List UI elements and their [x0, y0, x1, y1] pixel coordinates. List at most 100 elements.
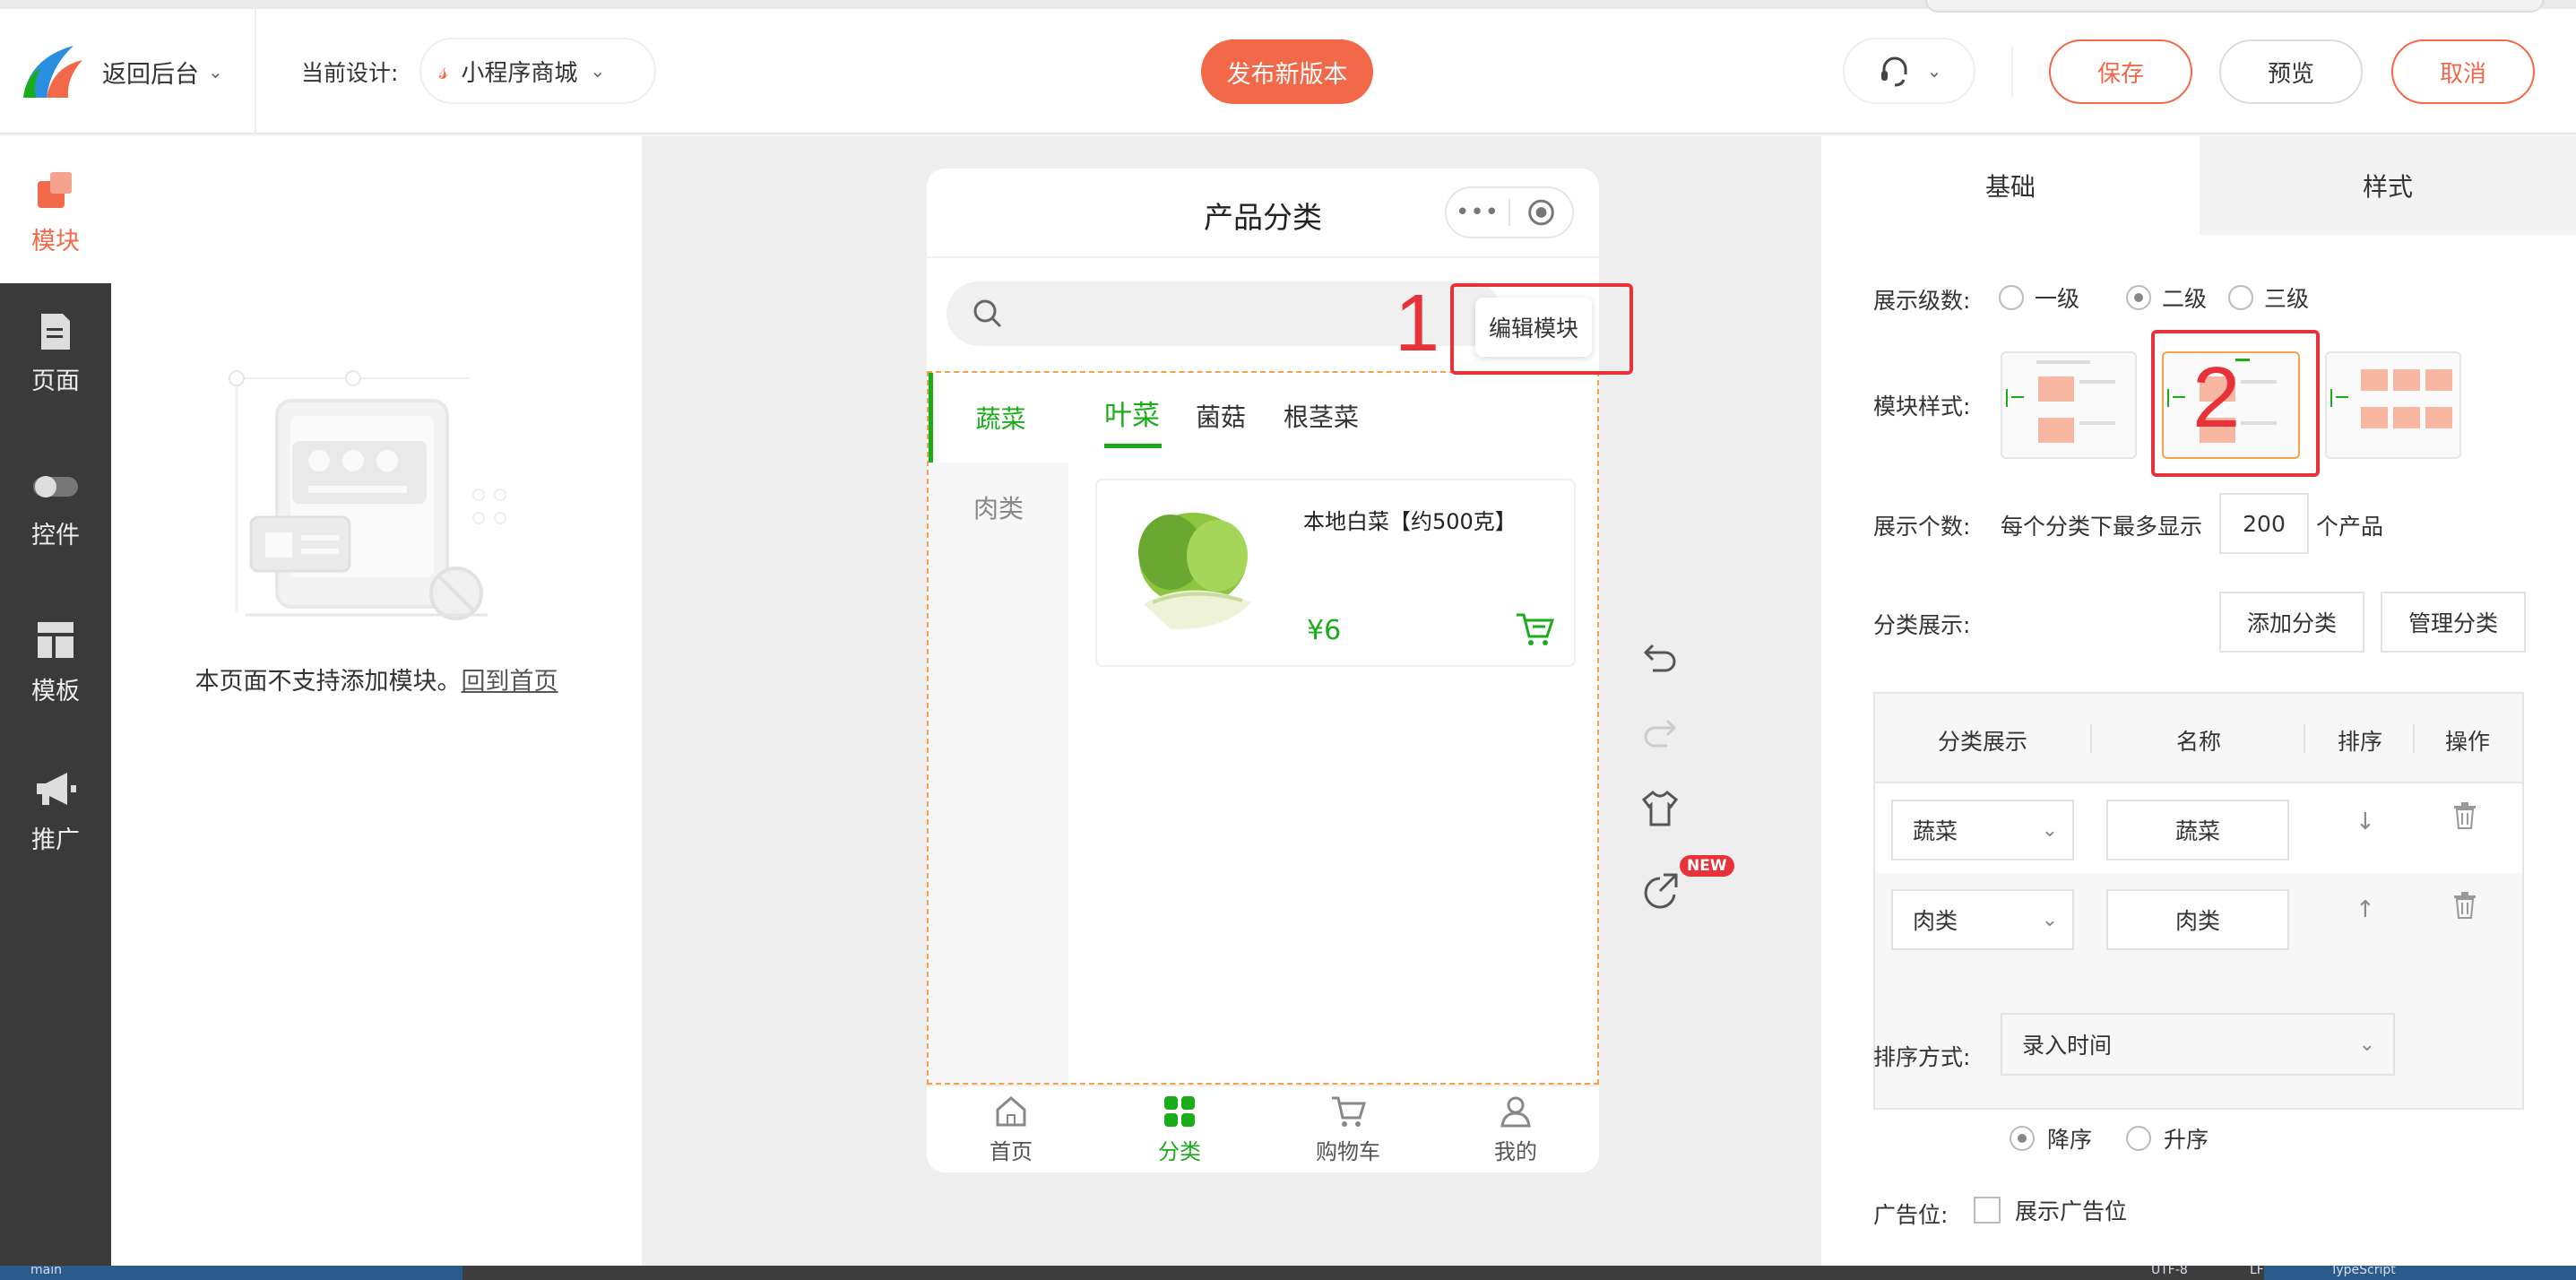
- theme-shirt-icon[interactable]: [1640, 789, 1680, 828]
- nav-item-home[interactable]: 首页: [927, 1095, 1095, 1165]
- rail-item-promote[interactable]: 推广: [0, 769, 111, 886]
- eol-label[interactable]: LF: [2250, 1266, 2264, 1276]
- grid-icon: [1164, 1096, 1195, 1127]
- rail-item-module[interactable]: 模块: [0, 136, 111, 283]
- support-menu-button[interactable]: ⌄: [1843, 38, 1975, 104]
- nav-item-category[interactable]: 分类: [1095, 1095, 1264, 1165]
- chevron-down-icon: ⌄: [2041, 818, 2058, 842]
- rail-item-template[interactable]: 模板: [0, 620, 111, 737]
- order-desc-option[interactable]: 降序: [2010, 1122, 2092, 1155]
- tab-basic[interactable]: 基础: [1821, 136, 2200, 235]
- design-name: 小程序商城: [461, 59, 578, 87]
- move-up-icon[interactable]: ↑: [2356, 896, 2375, 923]
- style-option-3[interactable]: [2325, 351, 2461, 459]
- publish-button[interactable]: 发布新版本: [1201, 39, 1373, 104]
- active-tab-underline: [1104, 444, 1162, 448]
- cancel-button[interactable]: 取消: [2391, 39, 2535, 104]
- table-row: 肉类 ⌄ 肉类 ↑: [1875, 873, 2522, 963]
- name-value: 肉类: [2174, 908, 2220, 934]
- checkbox-icon: [1974, 1197, 2001, 1224]
- back-to-admin-label: 返回后台: [102, 60, 199, 89]
- save-label: 保存: [2096, 60, 2144, 88]
- category-label: 肉类: [972, 494, 1024, 523]
- level-option-3[interactable]: 三级: [2228, 281, 2309, 314]
- count-prefix: 每个分类下最多显示: [2001, 514, 2203, 540]
- back-home-link[interactable]: 回到首页: [462, 668, 558, 696]
- nav-label: 购物车: [1316, 1139, 1380, 1164]
- move-down-icon[interactable]: ↓: [2356, 809, 2375, 835]
- empty-state-illustration: [228, 369, 506, 620]
- design-selector[interactable]: 𝓈 小程序商城 ⌄: [419, 38, 656, 104]
- category-module[interactable]: 蔬菜 肉类 叶菜 菌菇 根茎菜 本地白菜【约500克】 ¥6: [927, 371, 1599, 1085]
- add-category-button[interactable]: 添加分类: [2219, 592, 2364, 653]
- category-item[interactable]: 肉类: [929, 463, 1068, 552]
- branch-label[interactable]: main: [30, 1266, 62, 1276]
- show-ad-checkbox[interactable]: 展示广告位: [1974, 1194, 2127, 1226]
- preview-label: 预览: [2267, 60, 2314, 88]
- sub-tab[interactable]: 菌菇: [1196, 398, 1246, 434]
- product-price: ¥6: [1307, 615, 1342, 646]
- trash-icon[interactable]: [2452, 891, 2477, 920]
- category-select[interactable]: 蔬菜 ⌄: [1891, 800, 2074, 861]
- category-item-active[interactable]: 蔬菜: [929, 373, 1068, 463]
- style-option-1[interactable]: [2001, 351, 2137, 459]
- level-option-1[interactable]: 一级: [1999, 281, 2079, 314]
- tab-style[interactable]: 样式: [2200, 136, 2576, 235]
- radio-icon: [2228, 285, 2253, 310]
- top-toolbar: 返回后台 ⌄ 当前设计: 𝓈 小程序商城 ⌄ 发布新版本 ⌄ 保存 预览 取消: [0, 0, 2576, 134]
- category-name-input[interactable]: 肉类: [2106, 889, 2289, 950]
- record-icon: [1528, 199, 1554, 226]
- rail-item-page[interactable]: 页面: [0, 312, 111, 428]
- capsule-button[interactable]: •••: [1445, 186, 1574, 238]
- count-input[interactable]: 200: [2219, 493, 2309, 554]
- rail-item-label: 模块: [31, 228, 80, 255]
- manage-category-button[interactable]: 管理分类: [2381, 592, 2526, 653]
- current-design-label: 当前设计:: [301, 60, 399, 86]
- column-header: 名称: [2176, 729, 2222, 755]
- select-value: 蔬菜: [1913, 818, 1958, 844]
- sort-label: 排序方式:: [1873, 1044, 1971, 1070]
- table-row: 蔬菜 ⌄ 蔬菜 ↓: [1875, 783, 2522, 873]
- chevron-down-icon: ⌄: [590, 60, 606, 82]
- undo-icon[interactable]: [1640, 636, 1680, 676]
- sub-tab[interactable]: 根茎菜: [1284, 398, 1359, 434]
- language-label[interactable]: TypeScript: [2330, 1266, 2396, 1276]
- chevron-down-icon: ⌄: [2358, 1033, 2375, 1056]
- back-to-admin-button[interactable]: 返回后台 ⌄: [20, 36, 223, 108]
- chevron-down-icon: ⌄: [208, 61, 223, 82]
- encoding-label[interactable]: UTF-8: [2151, 1266, 2188, 1276]
- column-header: 分类展示: [1938, 729, 2028, 755]
- preview-button[interactable]: 预览: [2219, 39, 2363, 104]
- user-icon: [1500, 1096, 1531, 1128]
- category-name-input[interactable]: 蔬菜: [2106, 800, 2289, 861]
- level-option-2[interactable]: 二级: [2126, 281, 2207, 314]
- level-label: 三级: [2264, 286, 2310, 312]
- ad-checkbox-label: 展示广告位: [2015, 1198, 2128, 1224]
- empty-message-text: 本页面不支持添加模块。: [194, 668, 462, 696]
- redo-icon[interactable]: [1640, 712, 1680, 751]
- radio-icon: [2126, 1126, 2151, 1151]
- trash-icon[interactable]: [2452, 801, 2477, 830]
- display-level-label: 展示级数:: [1873, 288, 1971, 314]
- sub-tab-active[interactable]: 叶菜: [1104, 393, 1162, 455]
- order-asc-option[interactable]: 升序: [2126, 1122, 2209, 1155]
- toggle-icon: [33, 476, 78, 497]
- sort-select[interactable]: 录入时间 ⌄: [2001, 1013, 2395, 1076]
- nav-item-cart[interactable]: 购物车: [1264, 1095, 1432, 1165]
- nav-item-me[interactable]: 我的: [1432, 1095, 1599, 1165]
- cabbage-image: [1138, 513, 1251, 630]
- add-to-cart-icon[interactable]: [1515, 611, 1554, 647]
- display-count-label: 展示个数:: [1873, 514, 1971, 540]
- empty-module-panel: 本页面不支持添加模块。回到首页: [111, 136, 642, 1280]
- rail-item-control[interactable]: 控件: [0, 473, 111, 590]
- product-card[interactable]: 本地白菜【约500克】 ¥6: [1095, 479, 1576, 667]
- template-icon: [38, 622, 73, 658]
- ad-label: 广告位:: [1873, 1202, 1949, 1228]
- share-icon[interactable]: [1640, 871, 1681, 912]
- count-suffix: 个产品: [2316, 514, 2384, 540]
- category-select[interactable]: 肉类 ⌄: [1891, 889, 2074, 950]
- save-button[interactable]: 保存: [2049, 39, 2192, 104]
- name-value: 蔬菜: [2174, 818, 2220, 844]
- order-label: 降序: [2047, 1127, 2093, 1153]
- rail-item-label: 页面: [31, 368, 80, 395]
